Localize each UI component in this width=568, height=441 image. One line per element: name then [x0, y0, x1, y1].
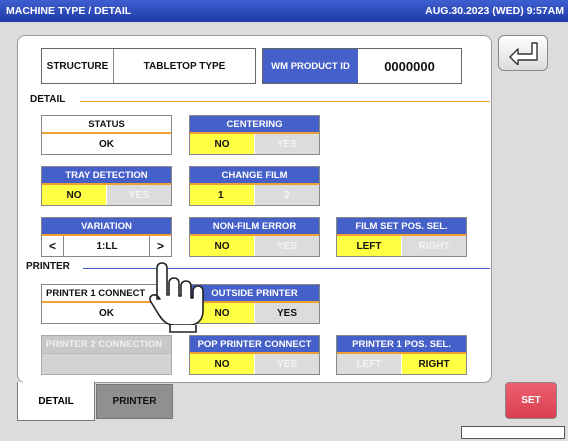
wm-product-id-field: WM PRODUCT ID 0000000	[262, 48, 462, 84]
pop-printer-connect-field: POP PRINTER CONNECT NO YES	[189, 335, 320, 375]
non-film-error-yes-option[interactable]: YES	[255, 236, 319, 256]
pop-printer-no-option[interactable]: NO	[190, 354, 254, 374]
wm-product-id-label: WM PRODUCT ID	[263, 49, 358, 83]
change-film-1-option[interactable]: 1	[190, 185, 254, 205]
wm-product-id-value: 0000000	[384, 58, 435, 74]
variation-value: 1:LL	[65, 236, 149, 256]
centering-label: CENTERING	[190, 116, 319, 134]
film-set-pos-left-option[interactable]: LEFT	[337, 236, 401, 256]
outside-printer-yes-option[interactable]: YES	[255, 303, 319, 323]
film-set-pos-label: FILM SET POS. SEL.	[337, 218, 466, 236]
printer1-pos-field: PRINTER 1 POS. SEL. LEFT RIGHT	[336, 335, 467, 375]
change-film-field: CHANGE FILM 1 2	[189, 166, 320, 206]
change-film-label: CHANGE FILM	[190, 167, 319, 185]
non-film-error-no-option[interactable]: NO	[190, 236, 254, 256]
pop-printer-connect-label: POP PRINTER CONNECT	[190, 336, 319, 354]
screen-title: MACHINE TYPE / DETAIL	[6, 5, 132, 17]
outside-printer-label: OUTSIDE PRINTER	[190, 285, 319, 303]
printer2-connect-field: PRINTER 2 CONNECTION	[41, 335, 172, 375]
printer1-pos-label: PRINTER 1 POS. SEL.	[337, 336, 466, 354]
back-button[interactable]	[498, 35, 548, 71]
printer1-pos-left-option[interactable]: LEFT	[337, 354, 401, 374]
film-set-pos-field: FILM SET POS. SEL. LEFT RIGHT	[336, 217, 467, 257]
printer-section-label: PRINTER	[26, 261, 70, 272]
centering-field: CENTERING NO YES	[189, 115, 320, 155]
variation-label: VARIATION	[42, 218, 171, 236]
tray-detection-yes-option[interactable]: YES	[107, 185, 171, 205]
variation-next-button[interactable]: >	[149, 236, 171, 256]
title-bar: MACHINE TYPE / DETAIL AUG.30.2023 (WED) …	[0, 0, 568, 22]
main-area: STRUCTURE TABLETOP TYPE WM PRODUCT ID 00…	[0, 22, 568, 441]
non-film-error-label: NON-FILM ERROR	[190, 218, 319, 236]
variation-field: VARIATION < 1:LL >	[41, 217, 172, 257]
pointing-hand-icon	[149, 262, 204, 333]
centering-yes-option[interactable]: YES	[255, 134, 319, 154]
status-label: STATUS	[42, 116, 171, 134]
centering-no-option[interactable]: NO	[190, 134, 254, 154]
non-film-error-field: NON-FILM ERROR NO YES	[189, 217, 320, 257]
outside-printer-field: OUTSIDE PRINTER NO YES	[189, 284, 320, 324]
variation-prev-button[interactable]: <	[42, 236, 64, 256]
message-field	[461, 426, 565, 439]
date-time: AUG.30.2023 (WED) 9:57AM	[425, 5, 564, 17]
tray-detection-label: TRAY DETECTION	[42, 167, 171, 185]
tab-printer[interactable]: PRINTER	[96, 384, 173, 419]
tab-detail[interactable]: DETAIL	[17, 382, 95, 421]
structure-value: TABLETOP TYPE	[143, 60, 226, 72]
status-value: OK	[99, 138, 114, 150]
tray-detection-no-option[interactable]: NO	[42, 185, 106, 205]
printer2-connect-label: PRINTER 2 CONNECTION	[42, 336, 171, 354]
set-button[interactable]: SET	[505, 382, 557, 419]
detail-divider	[80, 101, 490, 102]
structure-label: STRUCTURE	[42, 49, 114, 83]
pop-printer-yes-option[interactable]: YES	[255, 354, 319, 374]
printer-divider	[83, 268, 490, 269]
printer1-pos-right-option[interactable]: RIGHT	[402, 354, 466, 374]
change-film-2-option[interactable]: 2	[255, 185, 319, 205]
settings-panel: STRUCTURE TABLETOP TYPE WM PRODUCT ID 00…	[17, 35, 548, 383]
return-arrow-icon	[509, 42, 538, 65]
status-field: STATUS OK	[41, 115, 172, 155]
tray-detection-field: TRAY DETECTION NO YES	[41, 166, 172, 206]
detail-section-label: DETAIL	[30, 94, 66, 105]
film-set-pos-right-option[interactable]: RIGHT	[402, 236, 466, 256]
structure-field: STRUCTURE TABLETOP TYPE	[41, 48, 256, 84]
